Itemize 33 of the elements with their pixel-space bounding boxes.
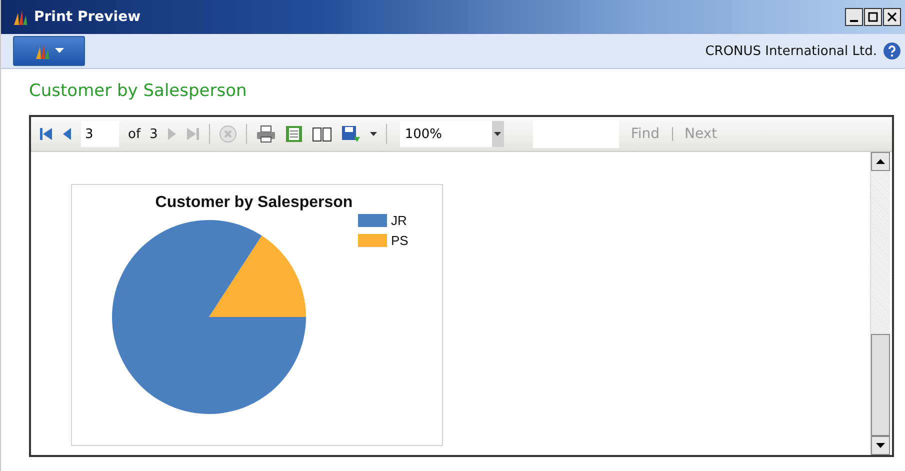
caret-icon	[494, 132, 502, 136]
bar-chart-icon	[13, 9, 29, 25]
window-title: Print Preview	[34, 9, 141, 25]
save-icon[interactable]	[340, 125, 361, 143]
page-count: 3	[150, 126, 158, 142]
vertical-scrollbar[interactable]	[870, 152, 890, 455]
legend-label: JR	[391, 213, 407, 228]
up-arrow-icon[interactable]	[876, 159, 885, 164]
legend-label: PS	[391, 233, 408, 248]
bar-chart-icon	[34, 43, 50, 59]
chart-title: Customer by Salesperson	[154, 193, 354, 212]
close-icon	[887, 12, 897, 22]
first-page-icon[interactable]	[39, 126, 53, 142]
of-label: of	[128, 126, 141, 142]
maximize-button[interactable]	[864, 8, 882, 26]
down-arrow-icon[interactable]	[876, 443, 885, 448]
minimize-button[interactable]	[845, 8, 863, 26]
previous-page-icon[interactable]	[62, 126, 72, 142]
page-number-field[interactable]: 3	[81, 121, 119, 147]
page-layout-icon[interactable]	[284, 125, 303, 143]
book-icon[interactable]	[312, 126, 332, 142]
find-field[interactable]	[532, 120, 619, 148]
company-name: CRONUS International Ltd.	[705, 44, 877, 58]
close-button[interactable]	[883, 8, 901, 26]
maximize-icon	[868, 12, 878, 22]
page-title: Customer by Salesperson	[29, 81, 248, 103]
caret-icon	[54, 48, 64, 54]
help-icon[interactable]	[883, 42, 901, 60]
zoom-dropdown[interactable]: 100%	[400, 121, 504, 147]
caret-icon[interactable]	[370, 132, 377, 136]
app-menu-button[interactable]	[13, 36, 85, 66]
minimize-icon	[850, 20, 858, 22]
printer-icon[interactable]	[256, 125, 276, 143]
